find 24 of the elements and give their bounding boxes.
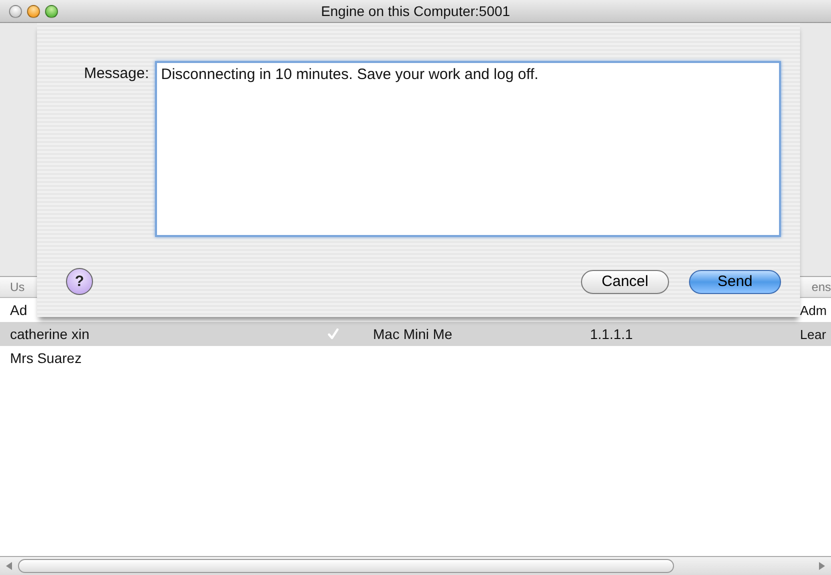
cancel-button[interactable]: Cancel	[581, 270, 669, 294]
close-button[interactable]	[9, 4, 22, 18]
table-cell: Mrs Suarez	[10, 350, 82, 366]
send-button[interactable]: Send	[689, 270, 781, 294]
right-arrow-icon[interactable]	[817, 561, 827, 571]
minimize-button[interactable]	[27, 4, 40, 18]
table-cell: Adm	[800, 302, 827, 318]
table-row[interactable]: Mrs Suarez	[0, 346, 831, 370]
message-field[interactable]: Disconnecting in 10 minutes. Save your work and log off.	[155, 61, 781, 237]
message-label: Message:	[84, 64, 150, 84]
table-cell: 1.1.1.1	[590, 326, 633, 342]
horizontal-scrollbar[interactable]	[0, 556, 831, 575]
table-row[interactable]: catherine xin Mac Mini Me 1.1.1.1 Lear	[0, 322, 831, 346]
column-header[interactable]: ens	[812, 280, 831, 294]
window-title: Engine on this Computer:5001	[320, 3, 510, 19]
table-cell: catherine xin	[10, 326, 90, 342]
table-cell: Ad	[10, 302, 28, 318]
scroll-thumb[interactable]	[18, 559, 674, 573]
table-cell: Mac Mini Me	[373, 326, 452, 342]
table-cell: Lear	[800, 326, 826, 342]
left-arrow-icon[interactable]	[4, 561, 14, 571]
help-button[interactable]: ?	[66, 268, 93, 295]
column-header[interactable]: Us	[10, 280, 25, 294]
zoom-button[interactable]	[45, 4, 58, 18]
